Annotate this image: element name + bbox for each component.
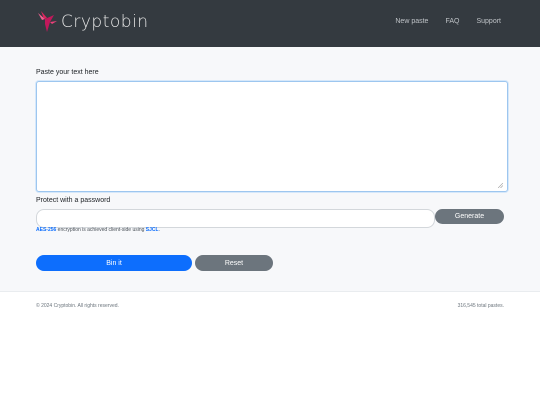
brand-logo[interactable]: Cryptobin — [36, 10, 149, 34]
password-label: Protect with a password — [36, 197, 111, 204]
main-nav: New paste FAQ Support — [395, 18, 501, 25]
paste-textarea[interactable] — [36, 81, 508, 192]
note-end: . — [158, 227, 160, 233]
nav-faq[interactable]: FAQ — [445, 18, 459, 25]
paste-count: 316,545 total pastes. — [457, 303, 504, 309]
footer-divider — [0, 291, 540, 292]
hummingbird-logo-icon — [38, 11, 57, 32]
reset-button[interactable]: Reset — [195, 255, 273, 271]
note-text: encryption is achieved client-side using — [56, 227, 146, 233]
password-input[interactable] — [36, 209, 435, 228]
nav-new-paste[interactable]: New paste — [395, 18, 428, 25]
cipher-link[interactable]: AES-256 — [36, 227, 56, 233]
resize-grip-icon[interactable] — [498, 183, 503, 188]
generate-button[interactable]: Generate — [435, 209, 504, 224]
nav-support[interactable]: Support — [476, 18, 501, 25]
bin-it-button[interactable]: Bin it — [36, 255, 192, 271]
top-navbar: Cryptobin New paste FAQ Support — [0, 0, 540, 47]
paste-label: Paste your text here — [36, 69, 99, 76]
sjcl-link[interactable]: SJCL — [146, 227, 159, 233]
copyright-text: © 2024 Cryptobin. All rights reserved. — [36, 303, 119, 309]
brand-name: Cryptobin — [61, 12, 149, 32]
encryption-note: AES-256 encryption is achieved client-si… — [36, 227, 160, 233]
